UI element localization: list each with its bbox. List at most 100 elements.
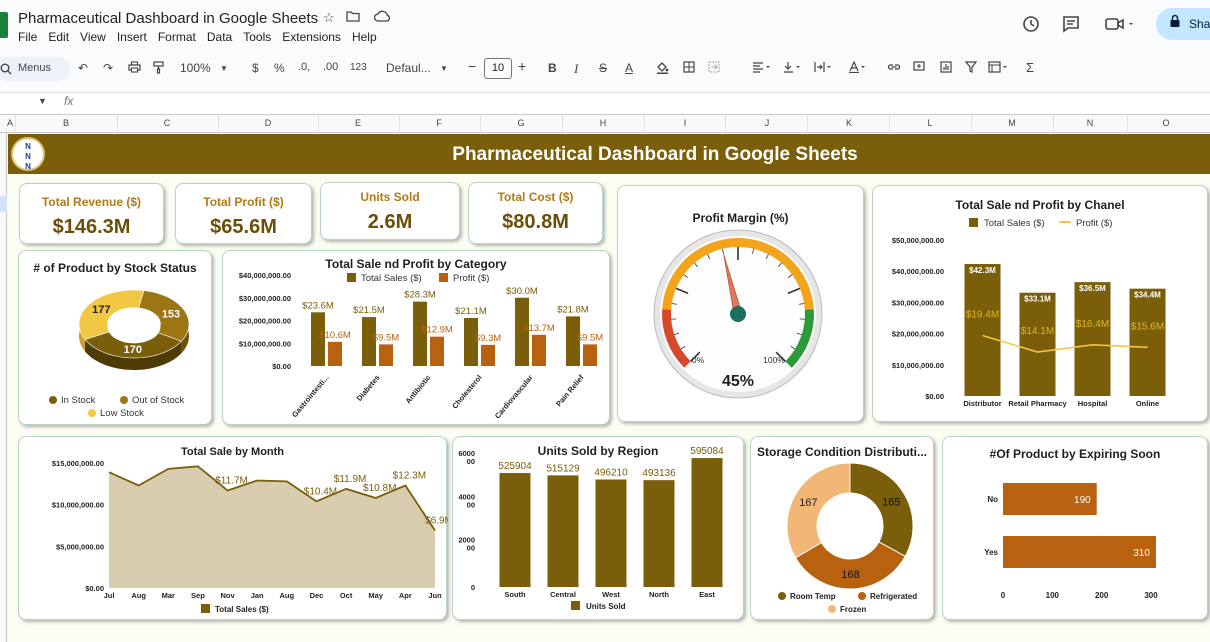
- cloud-status-icon[interactable]: [373, 10, 391, 25]
- number-format-button[interactable]: 123: [350, 62, 367, 73]
- currency-format-button[interactable]: $: [252, 61, 259, 75]
- column-separator[interactable]: [562, 115, 563, 133]
- decrease-decimal-button[interactable]: .0,: [298, 61, 310, 73]
- column-header-K[interactable]: K: [839, 118, 859, 128]
- column-separator[interactable]: [644, 115, 645, 133]
- menu-edit[interactable]: Edit: [48, 30, 69, 44]
- column-separator[interactable]: [399, 115, 400, 133]
- column-header-J[interactable]: J: [757, 118, 777, 128]
- menu-extensions[interactable]: Extensions: [282, 30, 341, 44]
- menu-format[interactable]: Format: [158, 30, 196, 44]
- insert-comment-icon[interactable]: [913, 61, 925, 76]
- merge-cells-icon[interactable]: [708, 61, 720, 76]
- vertical-align-icon[interactable]: [783, 61, 803, 76]
- font-select[interactable]: Defaul...: [386, 61, 431, 75]
- column-separator[interactable]: [725, 115, 726, 133]
- fill-color-icon[interactable]: [656, 61, 669, 77]
- column-header-E[interactable]: E: [348, 118, 368, 128]
- chart-expiring-soon[interactable]: #Of Product by Expiring Soon 190 No 310 Yes…: [942, 436, 1208, 620]
- redo-icon[interactable]: ↷: [103, 61, 113, 75]
- column-header-L[interactable]: L: [920, 118, 940, 128]
- column-header-N[interactable]: N: [1080, 118, 1100, 128]
- y-tick-label: $20,000,000.00: [892, 330, 944, 339]
- column-separator[interactable]: [480, 115, 481, 133]
- x-tick-label: 200: [1095, 591, 1109, 600]
- column-separator[interactable]: [117, 115, 118, 133]
- text-rotation-icon[interactable]: [848, 60, 868, 76]
- chart-sales-profit-by-channel[interactable]: Total Sale nd Profit by Chanel $0.00 $10,…: [872, 185, 1208, 422]
- print-icon[interactable]: [128, 61, 141, 76]
- kpi-label: Units Sold: [360, 190, 420, 204]
- sheets-logo-icon[interactable]: [0, 12, 8, 38]
- borders-icon[interactable]: [683, 61, 695, 76]
- decrease-font-size-icon[interactable]: −: [468, 58, 476, 74]
- zoom-select[interactable]: 100%: [180, 61, 211, 75]
- name-box-chevron-down-icon[interactable]: ▼: [38, 96, 47, 106]
- zoom-chevron-down-icon[interactable]: ▼: [220, 64, 228, 73]
- menu-view[interactable]: View: [80, 30, 106, 44]
- column-separator[interactable]: [889, 115, 890, 133]
- chart-sales-by-month[interactable]: Total Sale by Month $0.00 $5,000,000.00 $1…: [18, 436, 448, 620]
- chart-storage-condition[interactable]: Storage Condition Distributi... 165 168 16…: [750, 436, 934, 620]
- increase-font-size-icon[interactable]: +: [518, 58, 526, 74]
- column-separator[interactable]: [1053, 115, 1054, 133]
- chart-sales-profit-by-category[interactable]: Total Sale nd Profit by Category $0.00 $1…: [222, 250, 610, 425]
- menu-insert[interactable]: Insert: [117, 30, 147, 44]
- filter-views-icon[interactable]: [988, 61, 1010, 76]
- column-header-H[interactable]: H: [593, 118, 613, 128]
- column-separator[interactable]: [318, 115, 319, 133]
- column-separator[interactable]: [807, 115, 808, 133]
- menu-file[interactable]: File: [18, 30, 37, 44]
- chart-profit-margin[interactable]: Profit Margin (%) 0% 100% 45%: [617, 185, 864, 422]
- chart-units-by-region[interactable]: Units Sold by Region 0 2000 00 4000 00 6000 00…: [452, 436, 744, 620]
- column-header-M[interactable]: M: [1002, 118, 1022, 128]
- functions-button[interactable]: Σ: [1026, 60, 1034, 75]
- kpi-card-total-revenue[interactable]: Total Revenue ($) $146.3M: [19, 183, 164, 244]
- legend-label: Profit ($): [453, 273, 489, 284]
- increase-decimal-button[interactable]: .00: [323, 61, 338, 73]
- move-folder-icon[interactable]: [346, 10, 360, 25]
- column-separator[interactable]: [15, 115, 16, 133]
- column-header-C[interactable]: C: [157, 118, 177, 128]
- font-size-input[interactable]: 10: [484, 58, 512, 79]
- horizontal-align-icon[interactable]: [752, 61, 772, 76]
- kpi-card-total-profit[interactable]: Total Profit ($) $65.6M: [175, 183, 312, 244]
- kpi-card-total-cost[interactable]: Total Cost ($) $80.8M: [468, 182, 603, 244]
- share-button[interactable]: Sha: [1156, 8, 1210, 40]
- video-icon[interactable]: [1104, 14, 1134, 39]
- column-separator[interactable]: [218, 115, 219, 133]
- percent-format-button[interactable]: %: [274, 61, 285, 75]
- channel-plot: $0.00 $10,000,000.00 $20,000,000.00 $30,000…: [892, 218, 1166, 408]
- undo-icon[interactable]: ↶: [78, 61, 88, 75]
- kpi-card-units-sold[interactable]: Units Sold 2.6M: [320, 182, 460, 240]
- comment-icon[interactable]: [1061, 14, 1081, 39]
- column-header-D[interactable]: D: [258, 118, 278, 128]
- column-header-O[interactable]: O: [1156, 118, 1176, 128]
- x-tick-label: East: [699, 590, 715, 599]
- history-icon[interactable]: [1021, 14, 1041, 39]
- menu-tools[interactable]: Tools: [243, 30, 271, 44]
- menu-help[interactable]: Help: [352, 30, 377, 44]
- font-chevron-down-icon[interactable]: ▼: [440, 64, 448, 73]
- column-separator[interactable]: [971, 115, 972, 133]
- chart-stock-status[interactable]: # of Product by Stock Status 153 170 177 In…: [18, 250, 212, 425]
- column-header-G[interactable]: G: [511, 118, 531, 128]
- column-separator[interactable]: [1127, 115, 1128, 133]
- filter-icon[interactable]: [964, 61, 978, 76]
- column-header-F[interactable]: F: [429, 118, 449, 128]
- text-wrapping-icon[interactable]: [814, 61, 834, 76]
- column-header-B[interactable]: B: [56, 118, 76, 128]
- insert-link-icon[interactable]: [887, 61, 901, 76]
- x-tick-label: Mar: [162, 591, 175, 600]
- strikethrough-button[interactable]: S: [599, 61, 607, 75]
- text-color-button[interactable]: A: [625, 61, 633, 75]
- star-icon[interactable]: ☆: [323, 10, 335, 26]
- menu-data[interactable]: Data: [207, 30, 232, 44]
- italic-button[interactable]: I: [574, 61, 578, 77]
- paint-format-icon[interactable]: [153, 61, 164, 77]
- bold-button[interactable]: B: [548, 61, 557, 75]
- column-header-I[interactable]: I: [675, 118, 695, 128]
- document-title[interactable]: Pharmaceutical Dashboard in Google Sheet…: [18, 10, 318, 27]
- column-header-A[interactable]: A: [0, 118, 20, 128]
- insert-chart-icon[interactable]: [940, 61, 952, 76]
